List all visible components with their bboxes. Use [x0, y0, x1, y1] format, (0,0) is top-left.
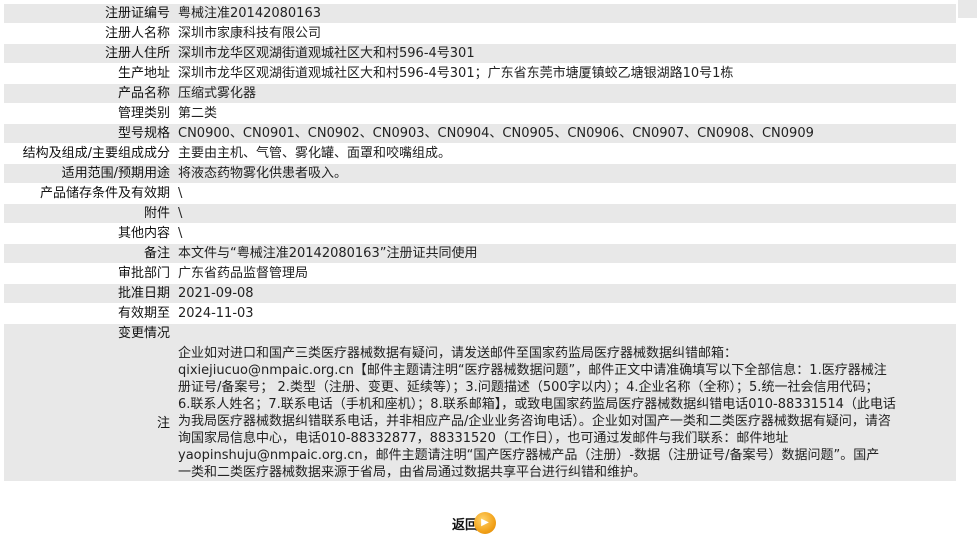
- table-row: 结构及组成/主要组成成分 主要由主机、气管、雾化罐、面罩和咬嘴组成。: [4, 144, 956, 163]
- table-row: 备注 本文件与“粤械注准20142080163”注册证共同使用: [4, 244, 956, 263]
- row-value: 深圳市龙华区观湖街道观城社区大和村596-4号301；广东省东莞市塘厦镇蛟乙塘银…: [174, 64, 956, 83]
- row-label: 注册人住所: [4, 44, 174, 63]
- note-label-cell: 变更情况注: [4, 324, 174, 481]
- back-button[interactable]: 返回 ▶: [452, 512, 497, 534]
- row-value: \: [174, 204, 956, 223]
- row-label: 有效期至: [4, 304, 174, 323]
- scroll-edge: [958, 0, 977, 18]
- row-value: \: [174, 224, 956, 243]
- note-row: 变更情况注企业如对进口和国产三类医疗器械数据有疑问，请发送邮件至国家药监局医疗器…: [4, 324, 956, 481]
- table-row: 注册人名称 深圳市家康科技有限公司: [4, 24, 956, 43]
- table-row: 管理类别 第二类: [4, 104, 956, 123]
- row-label: 生产地址: [4, 64, 174, 83]
- row-value: 广东省药品监督管理局: [174, 264, 956, 283]
- table-row: 注册证编号 粤械注准20142080163: [4, 4, 956, 23]
- note-line: 6.联系人姓名；7.联系电话（手机和座机）；8.联系邮箱】，或致电国家药监局医疗…: [178, 397, 896, 412]
- note-line: 企业如对进口和国产三类医疗器械数据有疑问，请发送邮件至国家药监局医疗器械数据纠错…: [178, 346, 738, 361]
- row-label: 附件: [4, 204, 174, 223]
- row-value: 深圳市龙华区观湖街道观城社区大和村596-4号301: [174, 44, 956, 63]
- row-value: 第二类: [174, 104, 956, 123]
- row-value: 本文件与“粤械注准20142080163”注册证共同使用: [174, 244, 956, 263]
- change-label: 变更情况: [117, 326, 170, 341]
- row-value: 2024-11-03: [174, 304, 956, 323]
- table-row: 生产地址 深圳市龙华区观湖街道观城社区大和村596-4号301；广东省东莞市塘厦镇…: [4, 64, 956, 83]
- row-value: 将液态药物雾化供患者吸入。: [174, 164, 956, 183]
- table-row: 产品名称 压缩式雾化器: [4, 84, 956, 103]
- arrow-icon: ▶: [474, 512, 497, 534]
- row-value: 粤械注准20142080163: [174, 4, 956, 23]
- row-label: 备注: [4, 244, 174, 263]
- row-label: 其他内容: [4, 224, 174, 243]
- note-label: 注: [156, 416, 170, 431]
- row-label: 注册证编号: [4, 4, 174, 23]
- row-value: 2021-09-08: [174, 284, 956, 303]
- row-label: 产品名称: [4, 84, 174, 103]
- table-row: 附件 \: [4, 204, 956, 223]
- table-row: 产品储存条件及有效期 \: [4, 184, 956, 203]
- note-line: 为我局医疗器械数据纠错联系电话，并非相应产品/企业业务咨询电话）。企业如对国产一…: [178, 414, 891, 429]
- row-label: 结构及组成/主要组成成分: [4, 144, 174, 163]
- row-label: 型号规格: [4, 124, 174, 143]
- row-label: 批准日期: [4, 284, 174, 303]
- table-row: 审批部门 广东省药品监督管理局: [4, 264, 956, 283]
- note-line: 询国家局信息中心，电话010-88332877，88331520（工作日），也可…: [178, 431, 789, 446]
- row-label: 注册人名称: [4, 24, 174, 43]
- note-line: 册证号/备案号； 2.类型（注册、变更、延续等）；3.问题描述（500字以内）；…: [178, 380, 879, 395]
- note-line: yaopinshuju@nmpaic.org.cn，邮件主题请注明“国产医疗器械…: [178, 448, 880, 463]
- row-label: 产品储存条件及有效期: [4, 184, 174, 203]
- row-label: 适用范围/预期用途: [4, 164, 174, 183]
- row-label: 管理类别: [4, 104, 174, 123]
- table-row: 批准日期 2021-09-08: [4, 284, 956, 303]
- note-line: qixiejiucuo@nmpaic.org.cn【邮件主题请注明“医疗器械数据…: [178, 363, 887, 378]
- table-row: 适用范围/预期用途 将液态药物雾化供患者吸入。: [4, 164, 956, 183]
- detail-table: 注册证编号 粤械注准20142080163 注册人名称 深圳市家康科技有限公司 注册人住…: [4, 3, 956, 482]
- row-value: CN0900、CN0901、CN0902、CN0903、CN0904、CN090…: [174, 124, 956, 143]
- table-row: 有效期至 2024-11-03: [4, 304, 956, 323]
- note-line: 一类和二类医疗器械数据来源于省局，由省局通过数据共享平台进行纠错和维护。: [178, 465, 647, 480]
- table-row: 其他内容 \: [4, 224, 956, 243]
- row-value: \: [174, 184, 956, 203]
- row-value: 压缩式雾化器: [174, 84, 956, 103]
- row-value: 深圳市家康科技有限公司: [174, 24, 956, 43]
- row-value: 主要由主机、气管、雾化罐、面罩和咬嘴组成。: [174, 144, 956, 163]
- note-text: 企业如对进口和国产三类医疗器械数据有疑问，请发送邮件至国家药监局医疗器械数据纠错…: [174, 324, 956, 481]
- row-label: 审批部门: [4, 264, 174, 283]
- table-row: 注册人住所 深圳市龙华区观湖街道观城社区大和村596-4号301: [4, 44, 956, 63]
- table-row: 型号规格 CN0900、CN0901、CN0902、CN0903、CN0904、C…: [4, 124, 956, 143]
